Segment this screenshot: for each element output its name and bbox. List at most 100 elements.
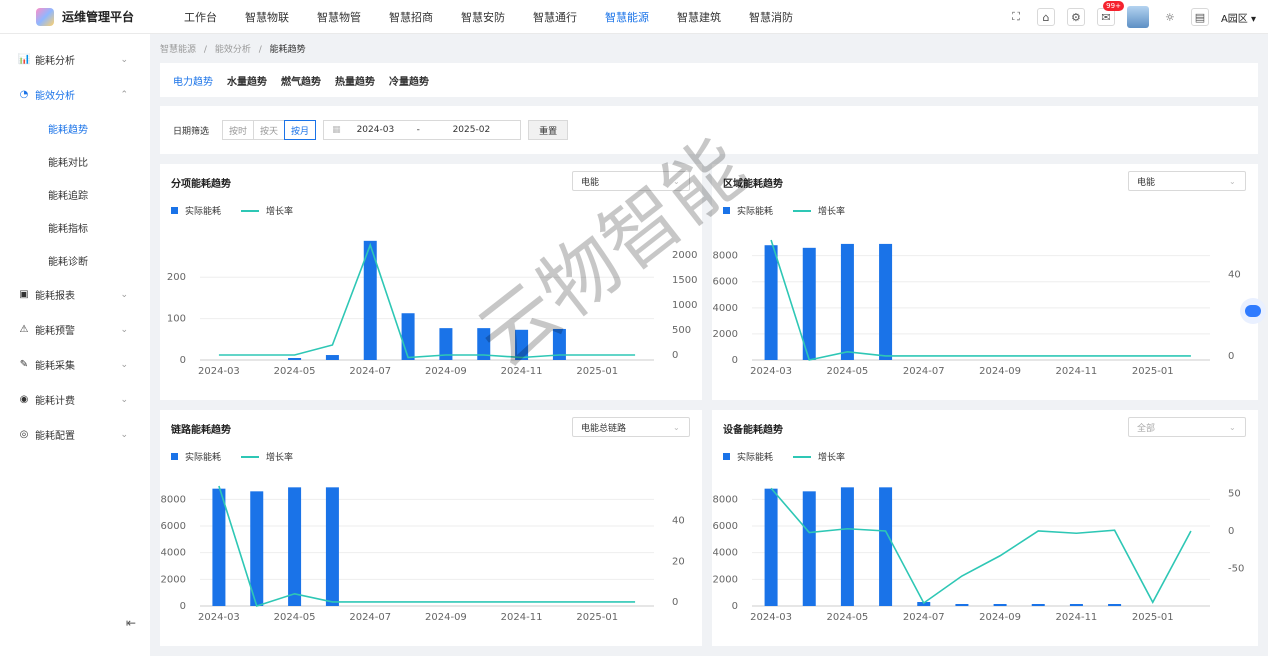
nav-smart-energy[interactable]: 智慧能源 xyxy=(591,9,663,25)
y-right-tick-label: 40 xyxy=(672,516,685,527)
x-tick-label: 2024-09 xyxy=(425,612,467,623)
nav-smart-access[interactable]: 智慧通行 xyxy=(519,9,591,25)
bar xyxy=(1031,604,1045,606)
fullscreen-icon[interactable]: ⛶ xyxy=(1007,8,1025,26)
x-tick-label: 2024-11 xyxy=(501,366,543,377)
top-nav: 工作台 智慧物联 智慧物管 智慧招商 智慧安防 智慧通行 智慧能源 智慧建筑 智… xyxy=(170,9,807,25)
y-right-tick-label: 1500 xyxy=(672,275,697,286)
avatar[interactable] xyxy=(1126,6,1149,28)
sidebar-item-warning[interactable]: ⚠ 能耗预警 ⌄ xyxy=(0,312,150,347)
date-range-picker[interactable]: ▦ 2024-03 - 2025-02 xyxy=(323,120,522,140)
chevron-down-icon: ⌄ xyxy=(120,359,128,370)
bar-chart-icon: 📊 xyxy=(18,54,31,65)
mode-hour-button[interactable]: 按时 xyxy=(222,120,255,140)
sidebar-sub-diagnosis[interactable]: 能耗诊断 xyxy=(0,244,150,277)
assistant-robot-icon[interactable] xyxy=(1240,298,1266,324)
range-separator: - xyxy=(416,125,420,135)
bar xyxy=(250,491,264,606)
chevron-down-icon: ⌄ xyxy=(120,429,128,440)
y-right-tick-label: 500 xyxy=(672,325,691,336)
range-end[interactable]: 2025-02 xyxy=(453,125,491,135)
mode-day-button[interactable]: 按天 xyxy=(253,120,286,140)
nav-smart-iot[interactable]: 智慧物联 xyxy=(231,9,303,25)
sidebar-sub-indicator[interactable]: 能耗指标 xyxy=(0,211,150,244)
mode-month-button[interactable]: 按月 xyxy=(284,120,317,140)
edit-doc-icon: ✎ xyxy=(19,359,29,370)
y-left-tick-label: 0 xyxy=(732,601,738,612)
mail-icon[interactable]: ✉ 99+ xyxy=(1096,1,1124,26)
breadcrumb-separator: / xyxy=(203,45,207,55)
x-tick-label: 2024-05 xyxy=(827,612,869,623)
breadcrumb: 智慧能源 / 能效分析 / 能耗趋势 xyxy=(160,42,306,55)
theme-sun-icon[interactable]: ☼ xyxy=(1161,8,1179,26)
calendar-icon: ▦ xyxy=(332,125,341,135)
y-left-tick-label: 2000 xyxy=(161,574,186,585)
sidebar-item-billing[interactable]: ◉ 能耗计费 ⌄ xyxy=(0,382,150,417)
nav-smart-building[interactable]: 智慧建筑 xyxy=(663,9,735,25)
y-left-tick-label: 6000 xyxy=(161,521,186,532)
tab-heat[interactable]: 热量趋势 xyxy=(335,73,375,88)
bar xyxy=(401,313,415,360)
collapse-menu-icon[interactable]: ⇤ xyxy=(126,616,136,630)
x-tick-label: 2024-09 xyxy=(979,366,1021,377)
breadcrumb-efficiency[interactable]: 能效分析 xyxy=(215,45,251,55)
chart-card-link: 链路能耗趋势 电能总链路 ⌄ 实际能耗 增长率 0 2000 4000 6000 8000… xyxy=(160,410,702,646)
range-start[interactable]: 2024-03 xyxy=(357,125,417,135)
x-tick-label: 2025-01 xyxy=(576,612,618,623)
x-tick-label: 2024-03 xyxy=(750,366,792,377)
nav-smart-security[interactable]: 智慧安防 xyxy=(447,9,519,25)
growth-line xyxy=(770,239,1191,361)
park-selector[interactable]: A园区 ▾ xyxy=(1221,10,1256,25)
x-tick-label: 2024-07 xyxy=(903,612,945,623)
chevron-up-icon: ⌃ xyxy=(120,89,128,100)
sidebar-item-efficiency-analysis[interactable]: ◔ 能效分析 ⌃ xyxy=(0,77,150,112)
sidebar-item-collection[interactable]: ✎ 能耗采集 ⌄ xyxy=(0,347,150,382)
x-tick-label: 2024-05 xyxy=(827,366,869,377)
tab-water[interactable]: 水量趋势 xyxy=(227,73,267,88)
y-right-tick-label: 2000 xyxy=(672,250,697,261)
home-icon[interactable]: ⌂ xyxy=(1036,8,1055,26)
y-left-tick-label: 8000 xyxy=(713,494,738,505)
nav-smart-fire[interactable]: 智慧消防 xyxy=(735,9,807,25)
nav-smart-investment[interactable]: 智慧招商 xyxy=(375,9,447,25)
tab-cooling[interactable]: 冷量趋势 xyxy=(389,73,429,88)
bar xyxy=(515,329,529,360)
reset-button[interactable]: 重置 xyxy=(528,120,569,140)
growth-line xyxy=(770,487,1192,605)
app-title: 运维管理平台 xyxy=(62,10,135,24)
nav-workbench[interactable]: 工作台 xyxy=(170,9,231,25)
breadcrumb-energy[interactable]: 智慧能源 xyxy=(160,45,196,55)
tab-gas[interactable]: 燃气趋势 xyxy=(281,73,321,88)
y-right-tick-label: 0 xyxy=(672,597,678,608)
y-left-tick-label: 0 xyxy=(180,355,186,366)
chevron-down-icon: ⌄ xyxy=(120,324,128,335)
brand[interactable]: 运维管理平台 xyxy=(0,7,150,26)
bar xyxy=(1108,604,1122,606)
sidebar-item-report[interactable]: ▣ 能耗报表 ⌄ xyxy=(0,277,150,312)
sidebar-item-label: 能耗计费 xyxy=(35,396,75,407)
bar xyxy=(288,358,302,360)
sidebar-item-config[interactable]: ◎ 能耗配置 ⌄ xyxy=(0,417,150,452)
x-tick-label: 2024-03 xyxy=(198,612,240,623)
x-tick-label: 2024-07 xyxy=(349,612,391,623)
tab-electricity[interactable]: 电力趋势 xyxy=(173,73,213,88)
check-circle-icon: ◎ xyxy=(19,429,29,440)
sidebar-item-consumption-analysis[interactable]: 📊 能耗分析 ⌄ xyxy=(0,42,150,77)
settings-gear-icon[interactable]: ⚙ xyxy=(1066,8,1085,26)
y-left-tick-label: 200 xyxy=(167,272,186,283)
x-tick-label: 2025-01 xyxy=(1132,612,1174,623)
sidebar-item-label: 能耗报表 xyxy=(35,291,75,302)
sidebar: 📊 能耗分析 ⌄ ◔ 能效分析 ⌃ 能耗趋势 能耗对比 能耗追踪 能耗指标 能耗… xyxy=(0,34,150,656)
top-bar: 运维管理平台 工作台 智慧物联 智慧物管 智慧招商 智慧安防 智慧通行 智慧能源… xyxy=(0,0,1268,34)
growth-line xyxy=(218,242,636,359)
y-left-tick-label: 6000 xyxy=(713,521,738,532)
date-filter-label: 日期筛选 xyxy=(173,126,210,137)
x-tick-label: 2024-07 xyxy=(349,366,391,377)
bar xyxy=(879,243,893,360)
sidebar-sub-track[interactable]: 能耗追踪 xyxy=(0,178,150,211)
x-tick-label: 2024-09 xyxy=(979,612,1021,623)
nav-smart-property[interactable]: 智慧物管 xyxy=(303,9,375,25)
layout-icon[interactable]: ▤ xyxy=(1190,8,1209,26)
sidebar-sub-compare[interactable]: 能耗对比 xyxy=(0,145,150,178)
sidebar-sub-trend[interactable]: 能耗趋势 xyxy=(0,112,150,145)
